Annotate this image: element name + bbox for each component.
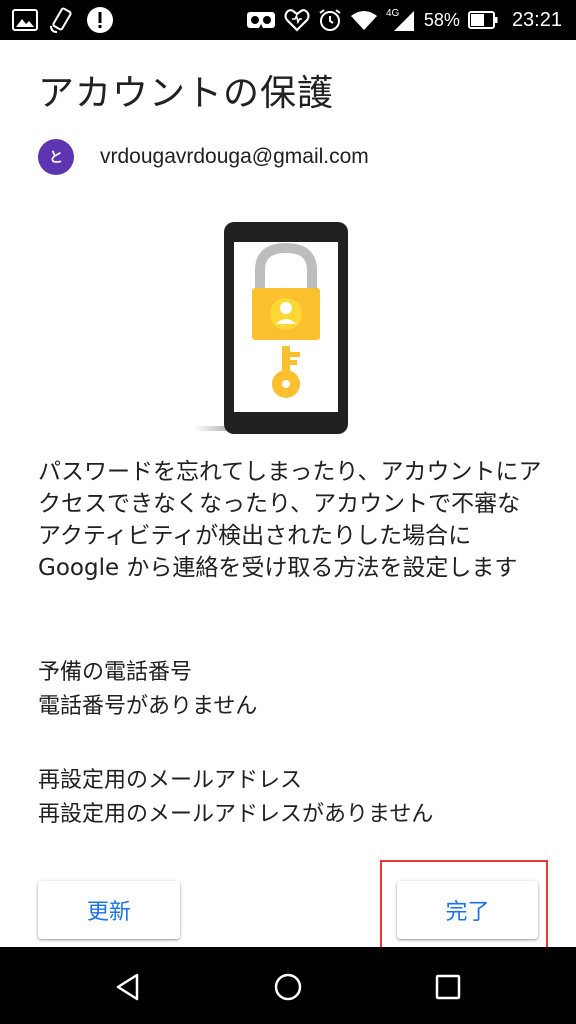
wifi-icon xyxy=(350,9,378,31)
recovery-email-section[interactable]: 再設定用のメールアドレス 再設定用のメールアドレスがありません xyxy=(38,764,538,832)
account-email: vrdougavrdouga@gmail.com xyxy=(100,145,369,168)
signal-icon: 4G xyxy=(386,7,416,33)
recovery-email-label: 再設定用のメールアドレス xyxy=(38,768,303,793)
account-row: と vrdougavrdouga@gmail.com xyxy=(38,138,369,176)
battery-percent: 58% xyxy=(423,9,460,30)
image-icon xyxy=(12,9,38,31)
recovery-phone-value: 電話番号がありません xyxy=(38,694,258,719)
back-icon[interactable] xyxy=(108,967,148,1007)
rotate-icon xyxy=(48,6,76,34)
description-text: パスワードを忘れてしまったり、アカウントにアクセスできなくなったり、アカウントで… xyxy=(38,459,542,581)
alert-icon xyxy=(86,6,114,34)
recovery-phone-section[interactable]: 予備の電話番号 電話番号がありません xyxy=(38,656,538,724)
recent-apps-icon[interactable] xyxy=(428,967,468,1007)
avatar-letter: と xyxy=(49,150,63,166)
recovery-email-value: 再設定用のメールアドレスがありません xyxy=(38,802,434,827)
vr-icon xyxy=(246,9,276,31)
clock: 23:21 xyxy=(511,8,562,31)
status-bar-right: 4G 58% 23:21 xyxy=(246,4,562,36)
navigation-bar xyxy=(0,947,576,1024)
status-bar: 4G 58% 23:21 xyxy=(0,0,576,40)
phone-lock-illustration xyxy=(190,218,360,438)
page-title: アカウントの保護 xyxy=(38,73,335,114)
heart-icon xyxy=(284,8,310,32)
network-type: 4G xyxy=(386,8,400,19)
status-bar-left xyxy=(12,4,114,36)
avatar: と xyxy=(38,139,74,175)
alarm-icon xyxy=(318,8,342,32)
home-icon[interactable] xyxy=(268,967,308,1007)
battery-icon xyxy=(467,11,498,29)
done-button[interactable]: 完了 xyxy=(397,881,538,939)
recovery-phone-label: 予備の電話番号 xyxy=(38,660,193,685)
update-button[interactable]: 更新 xyxy=(38,881,180,939)
